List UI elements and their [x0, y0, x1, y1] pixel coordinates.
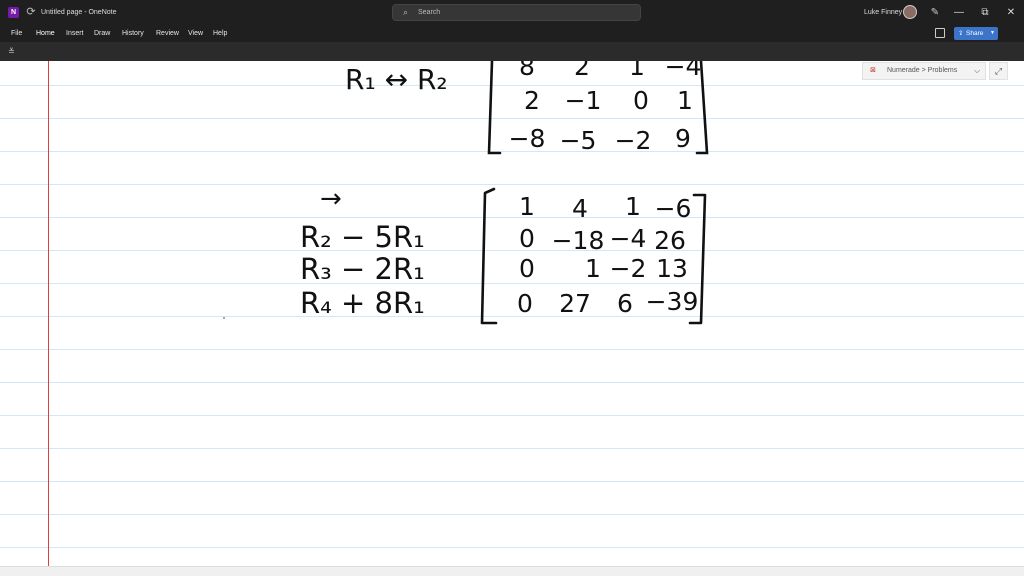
- sync-status-icon[interactable]: ⟳: [24, 5, 38, 19]
- ribbon-expand-icon[interactable]: ≚: [8, 45, 15, 58]
- ink-top-cell: −2: [615, 126, 652, 155]
- ink-bottom-cell: 1: [585, 254, 601, 283]
- bottom-scroll-area: [0, 566, 1024, 576]
- menu-history[interactable]: History: [122, 25, 144, 42]
- chevron-down-icon[interactable]: ▼: [990, 27, 995, 40]
- title-bar: N ⟳ Untitled page - OneNote ⌕ Search Luk…: [0, 0, 1024, 25]
- pen-icon[interactable]: ✎: [929, 0, 941, 25]
- ink-bottom-cell: 4: [572, 194, 588, 223]
- ink-bottom-cell: −6: [655, 194, 692, 223]
- ink-top-cell: −8: [509, 124, 546, 153]
- menu-view[interactable]: View: [188, 25, 203, 42]
- ink-top-cell: 2: [524, 86, 540, 115]
- ink-bottom-cell: −39: [646, 287, 699, 316]
- ink-top-cell: −1: [565, 86, 602, 115]
- numerade-logo-icon: ⊠: [870, 67, 876, 74]
- ink-bottom-cell: 6: [617, 289, 633, 318]
- menu-help[interactable]: Help: [213, 25, 227, 42]
- ink-top-cell: 2: [574, 61, 590, 81]
- ink-bottom-cell: 1: [519, 192, 535, 221]
- restore-button[interactable]: ⧉: [973, 0, 997, 25]
- close-button[interactable]: ✕: [999, 0, 1023, 25]
- ink-top-cell: 1: [677, 86, 693, 115]
- ink-top-cell: 8: [519, 61, 535, 81]
- ink-arrow: →: [320, 184, 342, 214]
- ink-bottom-cell: 26: [654, 226, 686, 255]
- ink-top-cell: −5: [560, 126, 597, 155]
- ink-dot: [223, 317, 225, 319]
- ink-row-op: R₄ + 8R₁: [300, 286, 425, 320]
- search-box[interactable]: ⌕ Search: [392, 4, 641, 21]
- ink-top-cell: 0: [633, 86, 649, 115]
- menu-review[interactable]: Review: [156, 25, 179, 42]
- user-name[interactable]: Luke Finney: [864, 0, 902, 25]
- onenote-logo-icon[interactable]: N: [8, 7, 19, 18]
- ink-top-label: R₁ ↔ R₂: [345, 63, 448, 96]
- ink-bottom-cell: 0: [519, 254, 535, 283]
- menu-draw[interactable]: Draw: [94, 25, 110, 42]
- ink-bottom-cell: 1: [625, 192, 641, 221]
- ribbon-collapsed: ≚: [0, 42, 1024, 61]
- search-icon: ⌕: [403, 7, 409, 17]
- handwritten-ink: R₁ ↔ R₂ 8 2 1 −4 2 −1 0 1 −8 −5 −2 9 → R…: [223, 61, 709, 325]
- ink-bottom-cell: 0: [519, 224, 535, 253]
- ink-top-bracket-left: [487, 61, 502, 155]
- search-placeholder: Search: [418, 9, 441, 16]
- ink-bottom-cell: 0: [517, 289, 533, 318]
- menu-home[interactable]: Home: [36, 25, 55, 42]
- ink-bottom-cell: −2: [610, 254, 647, 283]
- numerade-label: Numerade > Problems: [887, 67, 958, 74]
- share-button[interactable]: ⇪ Share ▼: [954, 27, 998, 40]
- ink-top-cell: −4: [665, 61, 702, 81]
- ink-bottom-cell: −4: [610, 224, 647, 253]
- expand-icon[interactable]: ⤢: [989, 62, 1008, 80]
- ink-bottom-cell: −18: [552, 226, 605, 255]
- menu-file[interactable]: File: [11, 25, 22, 42]
- share-icon: ⇪: [958, 30, 964, 37]
- immersive-reader-icon[interactable]: [935, 28, 945, 38]
- ink-bottom-cell: 13: [656, 254, 688, 283]
- minimize-button[interactable]: —: [947, 0, 971, 25]
- ink-top-cell: 1: [629, 61, 645, 81]
- ink-bottom-cell: 27: [559, 289, 591, 318]
- menu-bar: File Home Insert Draw History Review Vie…: [0, 25, 1024, 42]
- avatar[interactable]: [903, 5, 917, 19]
- note-canvas[interactable]: R₁ ↔ R₂ 8 2 1 −4 2 −1 0 1 −8 −5 −2 9 → R…: [0, 61, 1024, 566]
- window-title: Untitled page - OneNote: [41, 9, 117, 16]
- numerade-addin-button[interactable]: ⊠ Numerade > Problems ⌵: [862, 62, 986, 80]
- chevron-down-icon[interactable]: ⌵: [974, 63, 980, 79]
- menu-insert[interactable]: Insert: [66, 25, 84, 42]
- ink-row-op: R₃ − 2R₁: [300, 252, 425, 286]
- ink-row-op: R₂ − 5R₁: [300, 220, 425, 254]
- ink-top-cell: 9: [675, 124, 691, 153]
- share-label: Share: [966, 30, 984, 37]
- ink-bottom-bracket-left: [480, 187, 498, 325]
